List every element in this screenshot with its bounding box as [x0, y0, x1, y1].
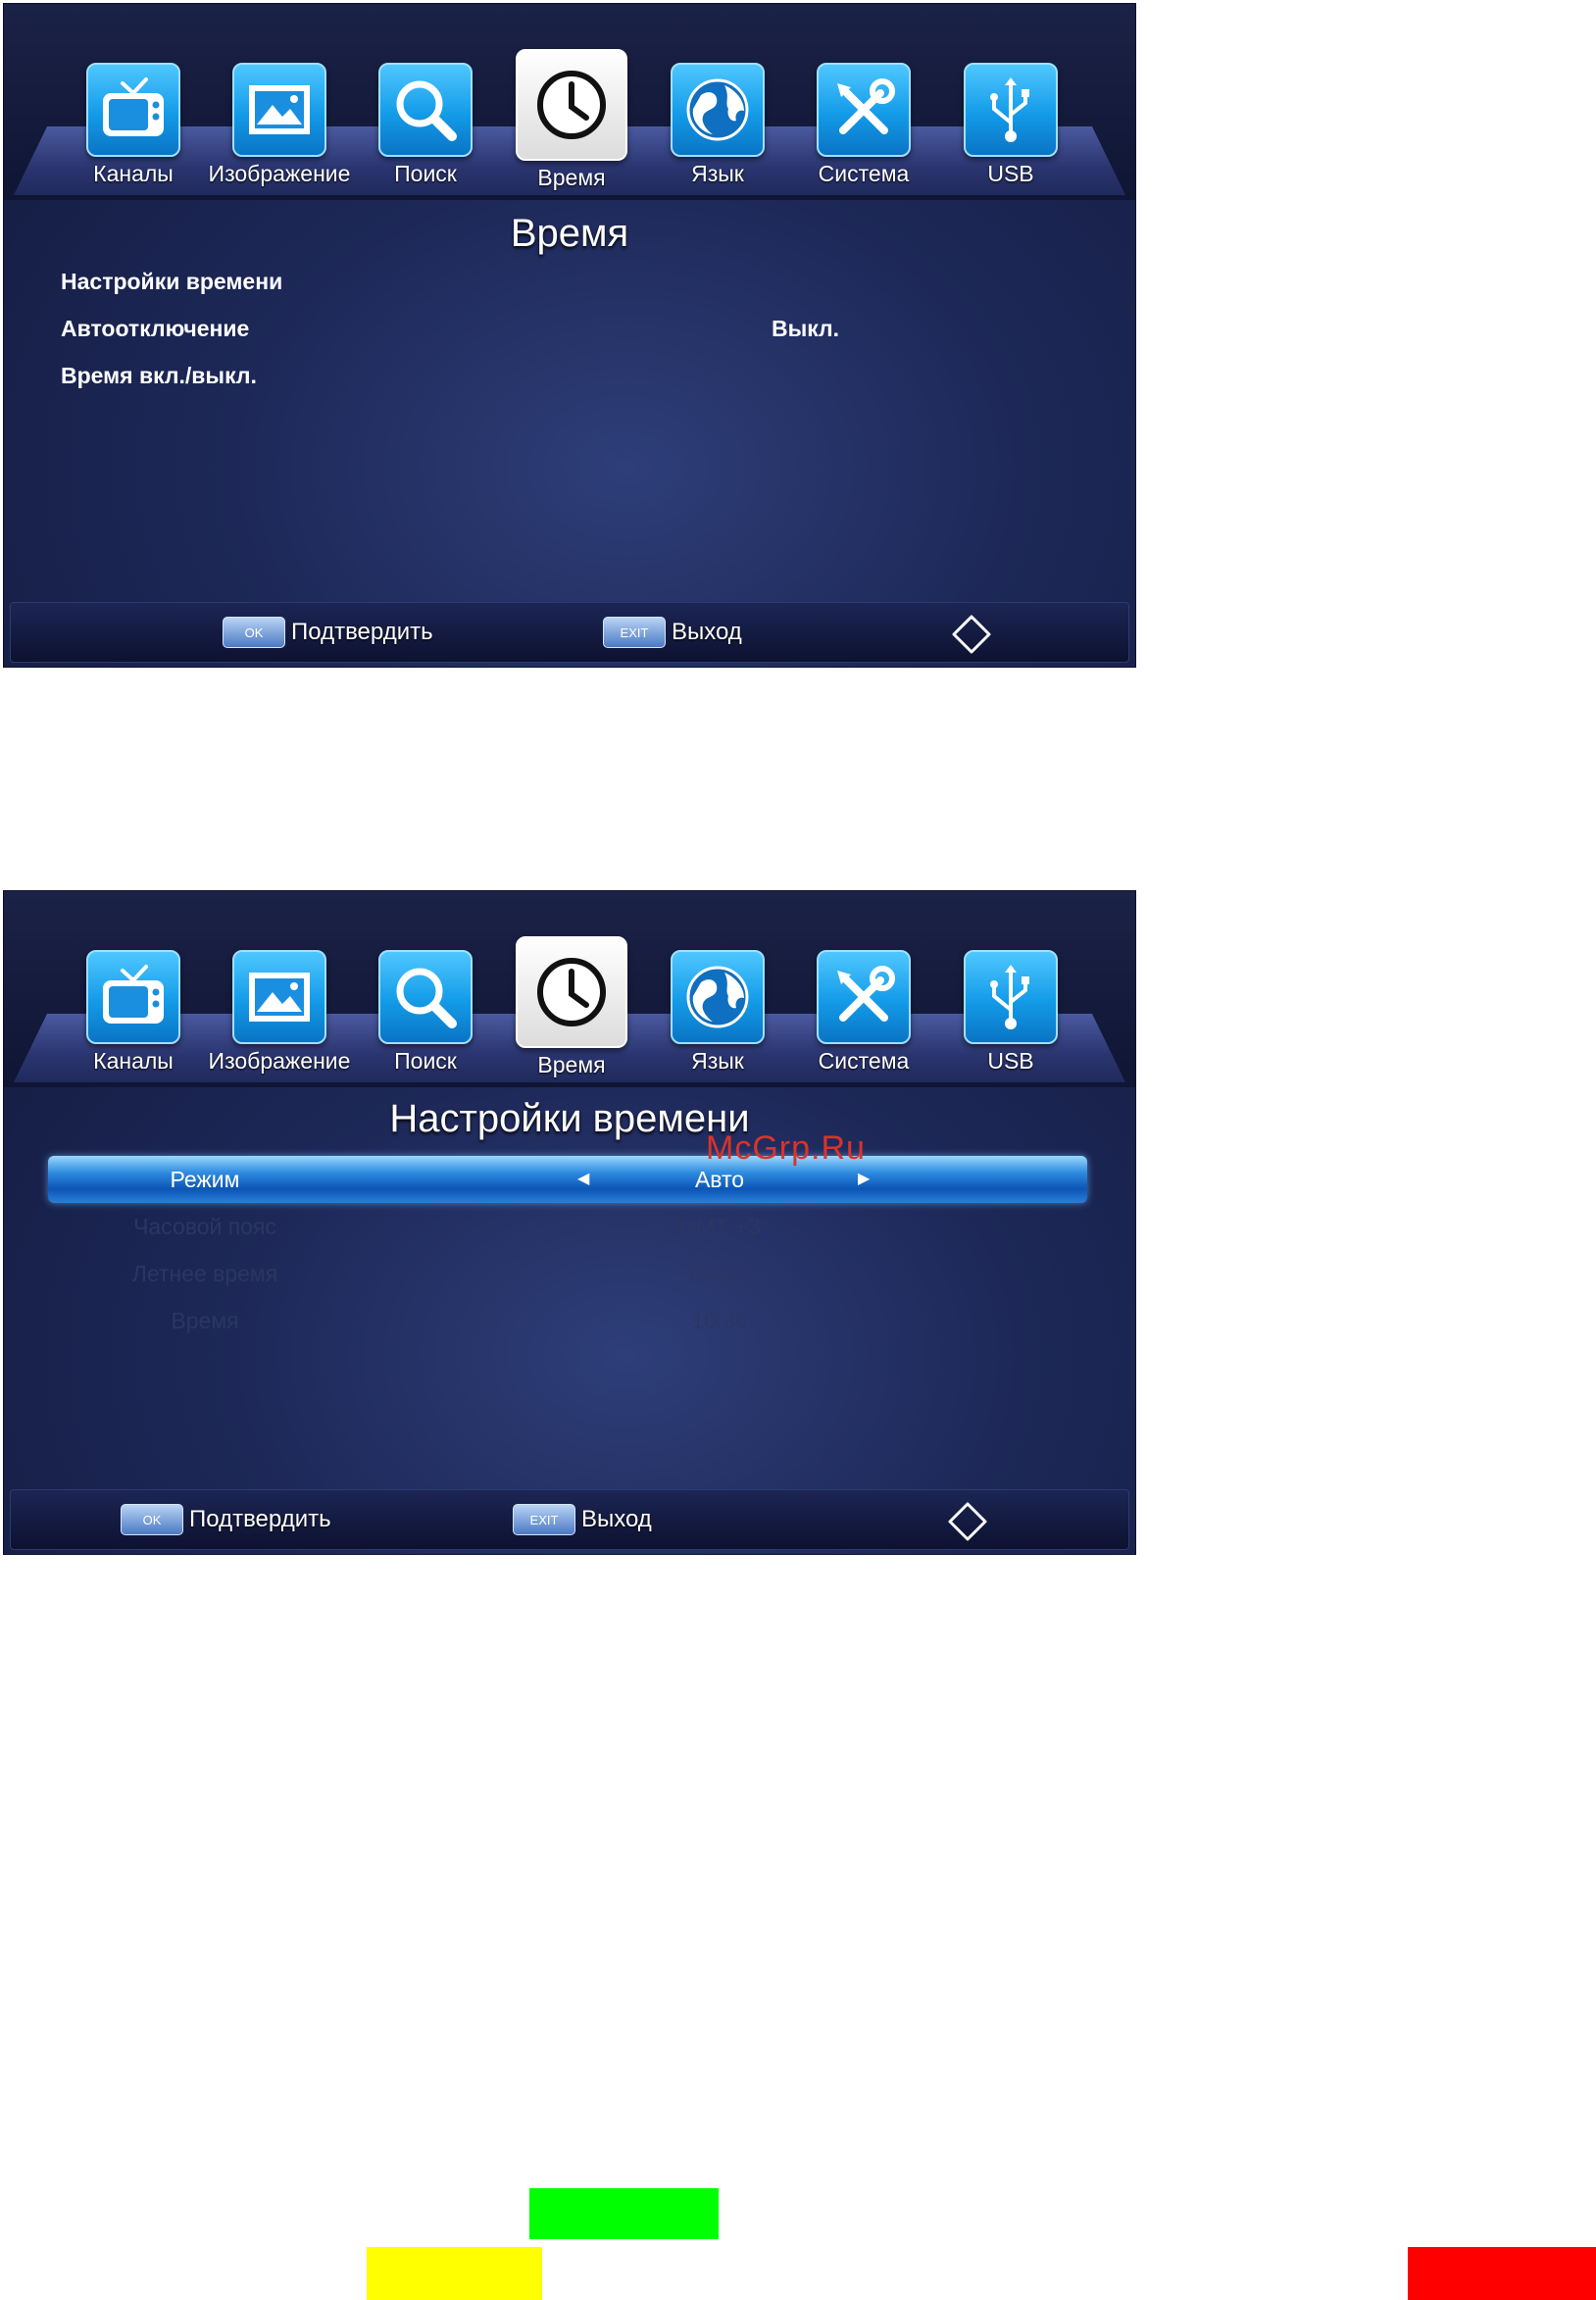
tools-icon — [817, 63, 911, 157]
exit-key: EXIT — [603, 617, 666, 648]
tab-picture[interactable]: Изображение — [206, 63, 353, 186]
setting-label: Время — [171, 1308, 239, 1333]
globe-icon — [671, 950, 765, 1044]
tab-label: Язык — [691, 161, 744, 186]
menu-item-auto-off[interactable]: Автоотключение Выкл. — [61, 316, 1100, 363]
tab-label: Поиск — [394, 1048, 457, 1074]
tv-icon — [86, 63, 180, 157]
menu-item-time-settings[interactable]: Настройки времени — [61, 269, 1100, 316]
tab-tools[interactable]: Система — [790, 63, 937, 186]
tab-globe[interactable]: Язык — [644, 950, 791, 1074]
page-title: Настройки времени — [389, 1097, 750, 1140]
exit-hint[interactable]: EXIT Выход — [513, 1504, 652, 1535]
watermark-text: McGrp.Ru — [706, 1129, 866, 1167]
setting-label: Часовой пояс — [133, 1214, 276, 1239]
time-menu-screen: Каналы Изображение Поиск Время Язык Система US… — [3, 3, 1136, 668]
setting-value: GMT +3 — [678, 1214, 761, 1239]
tab-search[interactable]: Поиск — [352, 950, 499, 1074]
setting-label: Летнее время — [131, 1261, 278, 1286]
ok-key: OK — [121, 1504, 183, 1535]
tab-label: Изображение — [208, 161, 351, 186]
time-menu-list: Настройки времени Автоотключение Выкл. В… — [61, 269, 1100, 410]
confirm-hint[interactable]: OK Подтвердить — [121, 1504, 331, 1535]
tab-search[interactable]: Поиск — [352, 63, 499, 186]
tools-icon — [817, 950, 911, 1044]
green-color-block — [529, 2188, 719, 2239]
picture-icon — [232, 950, 326, 1044]
exit-key: EXIT — [513, 1504, 575, 1535]
tab-label: USB — [987, 1048, 1034, 1074]
tab-label: Время — [537, 1052, 606, 1077]
confirm-label: Подтвердить — [189, 1506, 331, 1532]
setting-row-mode[interactable]: Режим ◀ Авто ▶ — [48, 1156, 1087, 1203]
menu-item-value: Выкл. — [772, 316, 840, 341]
tab-clock[interactable]: Время — [498, 936, 645, 1077]
tab-globe[interactable]: Язык — [644, 63, 791, 186]
exit-label: Выход — [672, 619, 742, 645]
setting-label: Режим — [170, 1167, 240, 1192]
clock-icon — [516, 936, 627, 1048]
setting-value: Авто — [694, 1167, 745, 1192]
setting-row-time[interactable]: Время 10:36 — [48, 1297, 1087, 1344]
search-icon — [378, 950, 473, 1044]
tab-label: Изображение — [208, 1048, 351, 1074]
setting-value: 10:36 — [691, 1308, 748, 1333]
confirm-label: Подтвердить — [291, 619, 433, 645]
navigation-arrows-icon — [952, 615, 991, 654]
main-menu-tabs: Каналы Изображение Поиск Время Язык Система US… — [4, 4, 1135, 200]
clock-icon — [516, 49, 627, 161]
tab-label: Время — [537, 165, 606, 190]
menu-item-label: Время вкл./выкл. — [61, 363, 257, 388]
tab-label: Система — [818, 1048, 910, 1074]
footer-hint-bar: OK Подтвердить EXIT Выход — [10, 1489, 1129, 1550]
arrow-left-icon[interactable]: ◀ — [577, 1169, 589, 1188]
footer-hint-bar: OK Подтвердить EXIT Выход — [10, 602, 1129, 663]
top-icon-bar: Каналы Изображение Поиск Время Язык Система US… — [4, 891, 1135, 1087]
setting-row-daylight-saving[interactable]: Летнее время Выкл. — [48, 1250, 1087, 1297]
menu-item-on-off-time[interactable]: Время вкл./выкл. — [61, 363, 1100, 410]
tab-label: Поиск — [394, 161, 457, 186]
navigation-arrows-icon — [948, 1502, 987, 1541]
exit-hint[interactable]: EXIT Выход — [603, 617, 742, 648]
time-settings-screen: Каналы Изображение Поиск Время Язык Система US… — [3, 890, 1136, 1555]
menu-item-label: Автоотключение — [61, 316, 250, 341]
confirm-hint[interactable]: OK Подтвердить — [223, 617, 433, 648]
picture-icon — [232, 63, 326, 157]
menu-item-label: Настройки времени — [61, 269, 283, 294]
setting-row-timezone[interactable]: Часовой пояс GMT +3 — [48, 1203, 1087, 1250]
tab-usb[interactable]: USB — [937, 63, 1084, 186]
arrow-right-icon[interactable]: ▶ — [858, 1169, 870, 1188]
yellow-color-block — [367, 2247, 542, 2300]
tab-label: Каналы — [93, 161, 174, 186]
ok-key: OK — [223, 617, 285, 648]
globe-icon — [671, 63, 765, 157]
page-title: Время — [510, 212, 629, 255]
usb-icon — [964, 950, 1058, 1044]
search-icon — [378, 63, 473, 157]
tv-icon — [86, 950, 180, 1044]
tab-clock[interactable]: Время — [498, 49, 645, 190]
tab-tv[interactable]: Каналы — [60, 63, 207, 186]
main-menu-tabs: Каналы Изображение Поиск Время Язык Система US… — [4, 891, 1135, 1087]
tab-label: Язык — [691, 1048, 744, 1074]
tab-label: USB — [987, 161, 1034, 186]
exit-label: Выход — [581, 1506, 652, 1532]
setting-value: Выкл. — [688, 1261, 750, 1286]
usb-icon — [964, 63, 1058, 157]
top-icon-bar: Каналы Изображение Поиск Время Язык Система US… — [4, 4, 1135, 200]
tab-tools[interactable]: Система — [790, 950, 937, 1074]
tab-tv[interactable]: Каналы — [60, 950, 207, 1074]
tab-usb[interactable]: USB — [937, 950, 1084, 1074]
tab-picture[interactable]: Изображение — [206, 950, 353, 1074]
red-color-block — [1408, 2247, 1596, 2300]
tab-label: Система — [818, 161, 910, 186]
tab-label: Каналы — [93, 1048, 174, 1074]
